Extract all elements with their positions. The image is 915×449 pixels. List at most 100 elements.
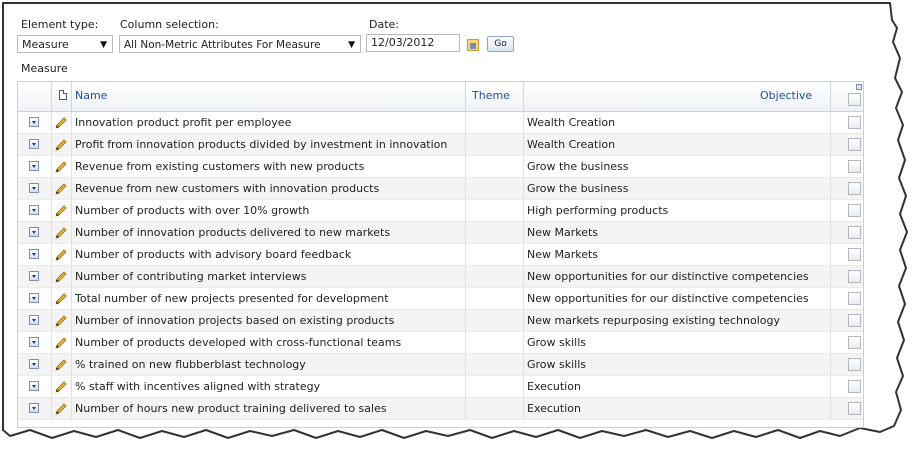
table-row[interactable]: Number of products with over 10% growth H…	[18, 200, 863, 222]
table-row[interactable]: Number of products with advisory board f…	[18, 244, 863, 266]
measure-objective: New opportunities for our distinctive co…	[527, 292, 809, 305]
measure-name[interactable]: % trained on new flubberblast technology	[75, 354, 306, 376]
expand-row-icon[interactable]	[29, 117, 39, 127]
pencil-icon	[55, 183, 67, 195]
column-selection-select[interactable]: All Non-Metric Attributes For Measure ▼	[119, 35, 361, 53]
row-checkbox[interactable]	[848, 402, 861, 415]
expand-row-icon[interactable]	[29, 183, 39, 193]
table-row[interactable]: Number of contributing market interviews…	[18, 266, 863, 288]
row-checkbox[interactable]	[848, 292, 861, 305]
measure-objective: High performing products	[527, 204, 669, 217]
expand-row-icon[interactable]	[29, 337, 39, 347]
expand-row-icon[interactable]	[29, 205, 39, 215]
row-checkbox[interactable]	[848, 270, 861, 283]
measure-name[interactable]: Number of products developed with cross-…	[75, 332, 401, 354]
pencil-icon	[55, 249, 67, 261]
column-selection-value: All Non-Metric Attributes For Measure	[124, 39, 321, 51]
measure-objective: Grow skills	[527, 336, 587, 349]
column-selection-label: Column selection:	[120, 18, 219, 31]
pencil-icon	[55, 161, 67, 173]
table-row[interactable]: % trained on new flubberblast technology…	[18, 354, 863, 376]
row-checkbox[interactable]	[848, 160, 861, 173]
pencil-icon	[55, 293, 67, 305]
grid-header: Name Theme Objective	[18, 82, 863, 112]
measure-name[interactable]: Number of innovation products delivered …	[75, 222, 390, 244]
pencil-icon	[55, 139, 67, 151]
measure-objective: Grow the business	[527, 160, 629, 173]
measure-objective: Execution	[527, 402, 581, 415]
expand-row-icon[interactable]	[29, 403, 39, 413]
row-checkbox[interactable]	[848, 314, 861, 327]
pencil-icon	[55, 205, 67, 217]
measure-name[interactable]: Revenue from existing customers with new…	[75, 156, 364, 178]
table-row[interactable]: Total number of new projects presented f…	[18, 288, 863, 310]
pencil-icon	[55, 227, 67, 239]
measure-objective: New Markets	[527, 226, 599, 239]
measure-name[interactable]: Number of hours new product training del…	[75, 398, 387, 420]
section-title: Measure	[21, 62, 68, 75]
row-checkbox[interactable]	[848, 248, 861, 261]
element-type-select[interactable]: Measure ▼	[17, 35, 113, 53]
table-row[interactable]: Number of hours new product training del…	[18, 398, 863, 420]
measure-objective: Wealth Creation	[527, 138, 616, 151]
measure-name[interactable]: Number of products with over 10% growth	[75, 200, 309, 222]
expand-row-icon[interactable]	[29, 139, 39, 149]
row-checkbox[interactable]	[848, 380, 861, 393]
pencil-icon	[55, 117, 67, 129]
row-checkbox[interactable]	[848, 138, 861, 151]
column-header-theme[interactable]: Theme	[472, 82, 510, 111]
date-label: Date:	[369, 18, 399, 31]
table-row[interactable]: Profit from innovation products divided …	[18, 134, 863, 156]
expand-row-icon[interactable]	[29, 359, 39, 369]
row-checkbox[interactable]	[848, 116, 861, 129]
column-header-name[interactable]: Name	[75, 82, 107, 111]
table-row[interactable]: Revenue from existing customers with new…	[18, 156, 863, 178]
expand-row-icon[interactable]	[29, 381, 39, 391]
expand-row-icon[interactable]	[29, 227, 39, 237]
table-row[interactable]: Number of innovation products delivered …	[18, 222, 863, 244]
date-value: 12/03/2012	[371, 36, 435, 49]
measure-objective: New Markets	[527, 248, 599, 261]
chevron-down-icon: ▼	[100, 40, 107, 50]
row-checkbox[interactable]	[848, 336, 861, 349]
expand-row-icon[interactable]	[29, 293, 39, 303]
expand-row-icon[interactable]	[29, 315, 39, 325]
measure-name[interactable]: Total number of new projects presented f…	[75, 288, 389, 310]
measure-objective: Wealth Creation	[527, 116, 616, 129]
go-button[interactable]: Go	[487, 36, 514, 52]
measure-name[interactable]: Revenue from new customers with innovati…	[75, 178, 379, 200]
document-icon	[59, 90, 67, 100]
element-type-label: Element type:	[21, 18, 99, 31]
measure-objective: Execution	[527, 380, 581, 393]
measure-name[interactable]: Number of products with advisory board f…	[75, 244, 351, 266]
measure-name[interactable]: Number of contributing market interviews	[75, 266, 306, 288]
table-row[interactable]: Number of products developed with cross-…	[18, 332, 863, 354]
date-input[interactable]: 12/03/2012	[366, 34, 460, 52]
measure-name[interactable]: Profit from innovation products divided …	[75, 134, 447, 156]
measure-name[interactable]: Number of innovation projects based on e…	[75, 310, 394, 332]
column-menu-icon[interactable]	[856, 84, 862, 90]
row-checkbox[interactable]	[848, 204, 861, 217]
select-all-checkbox[interactable]	[848, 93, 861, 106]
measure-name[interactable]: % staff with incentives aligned with str…	[75, 376, 320, 398]
row-checkbox[interactable]	[848, 182, 861, 195]
pencil-icon	[55, 271, 67, 283]
pencil-icon	[55, 359, 67, 371]
column-header-objective[interactable]: Objective	[760, 82, 812, 111]
table-row[interactable]: Number of innovation projects based on e…	[18, 310, 863, 332]
pencil-icon	[55, 403, 67, 415]
expand-row-icon[interactable]	[29, 249, 39, 259]
measure-name[interactable]: Innovation product profit per employee	[75, 112, 291, 134]
table-row[interactable]: % staff with incentives aligned with str…	[18, 376, 863, 398]
measure-grid: Name Theme Objective Innovation product …	[17, 81, 864, 428]
table-row[interactable]: Revenue from new customers with innovati…	[18, 178, 863, 200]
measure-objective: Grow skills	[527, 358, 587, 371]
row-checkbox[interactable]	[848, 226, 861, 239]
expand-row-icon[interactable]	[29, 271, 39, 281]
calendar-icon[interactable]	[467, 39, 479, 51]
table-row[interactable]: Innovation product profit per employee We…	[18, 112, 863, 134]
pencil-icon	[55, 381, 67, 393]
expand-row-icon[interactable]	[29, 161, 39, 171]
row-checkbox[interactable]	[848, 358, 861, 371]
pencil-icon	[55, 315, 67, 327]
